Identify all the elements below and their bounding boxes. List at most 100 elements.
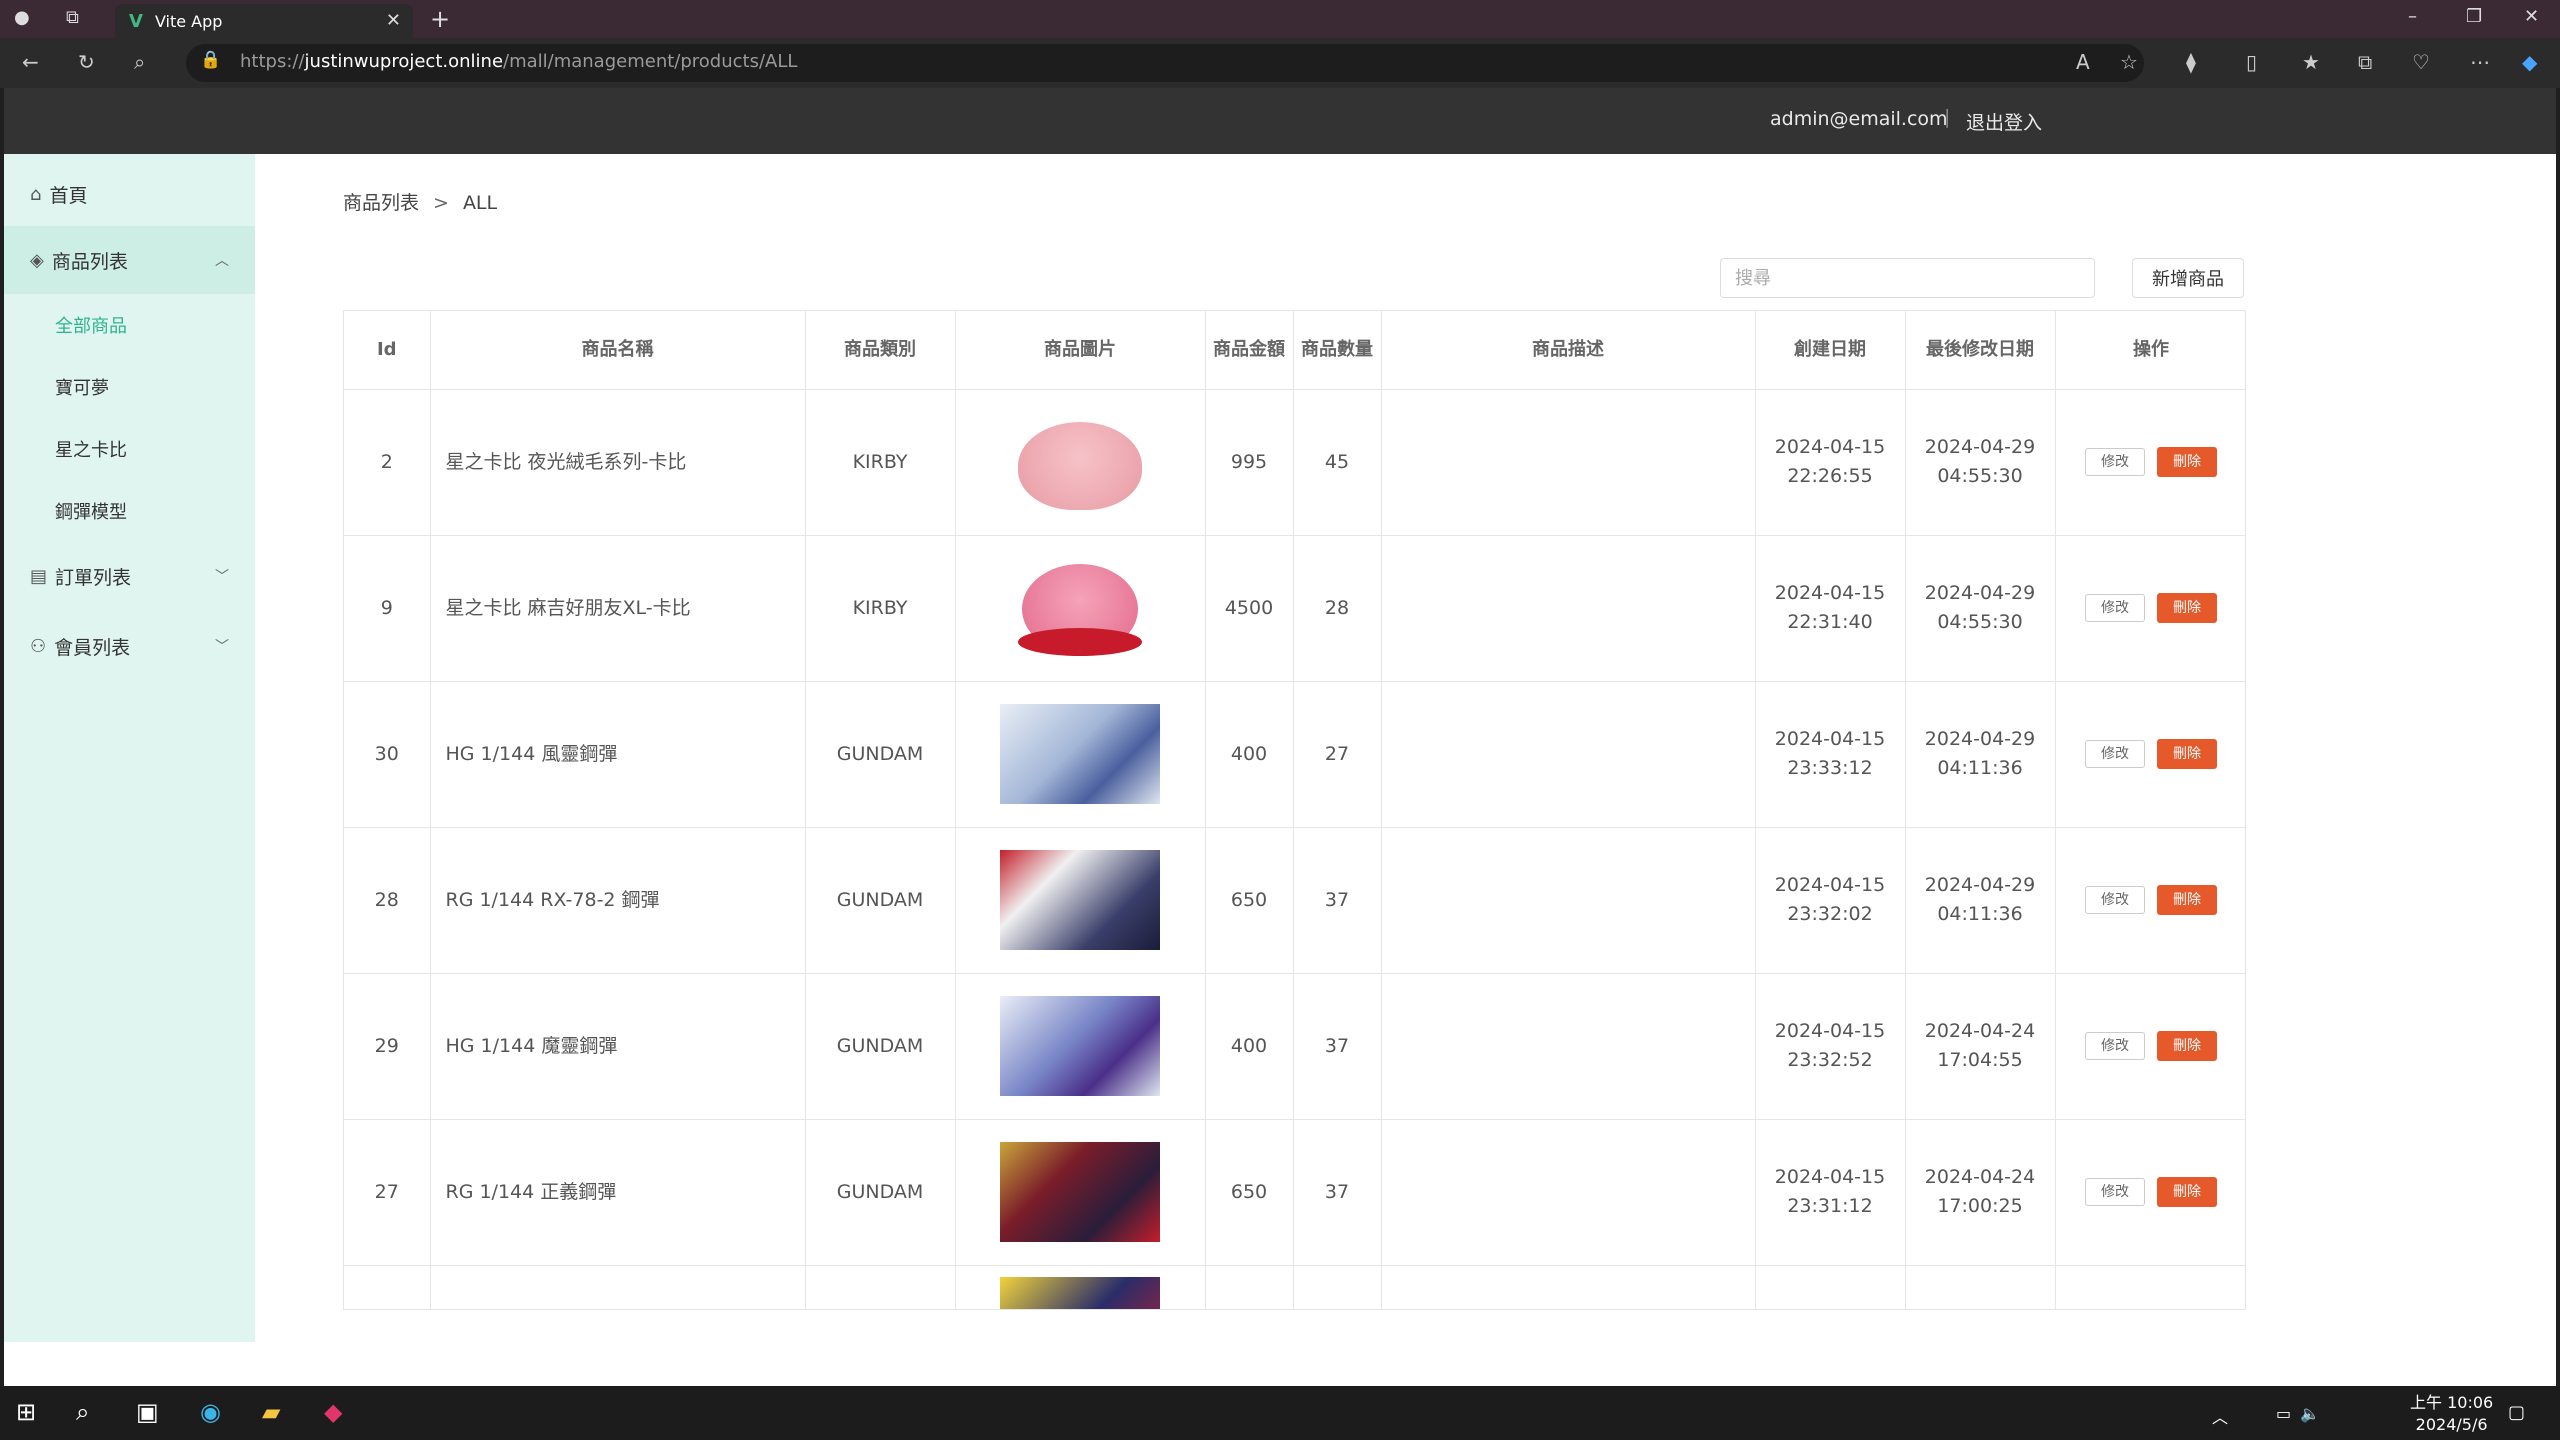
intellij-icon[interactable]: ◆ <box>324 1398 342 1426</box>
cell-actions: 修改 刪除 <box>2055 681 2245 828</box>
cell-actions: 修改 刪除 <box>2055 827 2245 974</box>
volume-icon[interactable]: 🔈 <box>2300 1404 2320 1423</box>
sidebar-products-label: 商品列表 <box>51 250 128 273</box>
cell-created: 2024-04-15 22:31:40 <box>1755 535 1906 682</box>
cell-name: HG 1/144 風靈鋼彈 <box>430 681 806 828</box>
browser-tab-active[interactable]: V Vite App ✕ <box>115 4 413 38</box>
favorite-star-icon[interactable]: ☆ <box>2120 50 2138 74</box>
edit-button[interactable]: 修改 <box>2085 740 2145 768</box>
delete-button[interactable]: 刪除 <box>2157 1031 2217 1061</box>
sidebar-sub-kirby[interactable]: 星之卡比 <box>4 418 255 480</box>
network-icon[interactable]: ▭ <box>2276 1404 2291 1423</box>
close-tab-icon[interactable]: ✕ <box>386 10 401 31</box>
cell-category: GUNDAM <box>805 1119 956 1266</box>
restore-icon[interactable]: ❐ <box>2466 6 2482 27</box>
edit-button[interactable]: 修改 <box>2085 1032 2145 1060</box>
delete-button[interactable]: 刪除 <box>2157 447 2217 477</box>
cell-price: 995 <box>1205 389 1294 536</box>
performance-icon[interactable]: ♡ <box>2412 50 2430 74</box>
copilot-icon[interactable]: ◆ <box>2522 50 2537 74</box>
edit-button[interactable]: 修改 <box>2085 1178 2145 1206</box>
profile-icon[interactable]: ● <box>14 7 30 28</box>
delete-button[interactable]: 刪除 <box>2157 739 2217 769</box>
cell-price: 400 <box>1205 973 1294 1120</box>
logout-link[interactable]: 退出登入 <box>1966 108 2042 135</box>
search-taskbar-icon[interactable]: ⌕ <box>76 1398 89 1426</box>
modified-date: 2024-04-29 <box>1924 436 2036 458</box>
sidebar: ⌂ 首頁 ◈ 商品列表 ︿ 全部商品 寶可夢 星之卡比 鋼彈模型 ▤ 訂單列表 … <box>4 154 255 1342</box>
extensions-icon[interactable]: ⧫ <box>2186 50 2196 74</box>
cell-qty: 37 <box>1293 827 1382 974</box>
terminal-icon[interactable]: ▣ <box>136 1398 159 1426</box>
cell-image <box>955 973 1206 1120</box>
search-icon[interactable]: ⌕ <box>134 50 145 74</box>
collections-icon[interactable]: ⧉ <box>2358 50 2372 74</box>
edit-button[interactable]: 修改 <box>2085 886 2145 914</box>
add-product-button[interactable]: 新增商品 <box>2132 258 2244 298</box>
close-window-icon[interactable]: ✕ <box>2524 6 2539 27</box>
created-date: 2024-04-15 <box>1774 1166 1886 1188</box>
cell-desc <box>1381 389 1756 536</box>
lock-icon[interactable]: 🔒 <box>200 50 221 70</box>
created-date: 2024-04-15 <box>1774 436 1886 458</box>
sidebar-item-home[interactable]: ⌂ 首頁 <box>4 160 255 228</box>
breadcrumb-root[interactable]: 商品列表 <box>343 192 419 214</box>
table-row: 30 HG 1/144 風靈鋼彈 GUNDAM 400 27 2024-04-1… <box>344 681 2245 828</box>
workspaces-icon[interactable]: ⧉ <box>66 7 79 28</box>
sidebar-orders-label: 訂單列表 <box>55 566 132 589</box>
browser-tab-strip: ● ⧉ V Vite App ✕ + – ❐ ✕ <box>0 0 2560 38</box>
created-date: 2024-04-15 <box>1774 874 1886 896</box>
new-tab-icon[interactable]: + <box>430 5 450 33</box>
url-prefix: https:// <box>240 51 305 72</box>
user-icon: ⚇ <box>30 635 47 657</box>
edit-button[interactable]: 修改 <box>2085 594 2145 622</box>
sidebar-item-products[interactable]: ◈ 商品列表 ︿ <box>4 226 255 294</box>
sidebar-sub-all[interactable]: 全部商品 <box>4 294 255 356</box>
tray-chevron-icon[interactable]: ︿ <box>2212 1404 2228 1428</box>
delete-button[interactable]: 刪除 <box>2157 593 2217 623</box>
created-date: 2024-04-15 <box>1774 1020 1886 1042</box>
cell-image <box>955 681 1206 828</box>
modified-time: 04:11:36 <box>1937 757 2023 779</box>
cell-image <box>955 827 1206 974</box>
taskbar-clock[interactable]: 上午 10:06 2024/5/6 <box>2410 1392 2493 1436</box>
table-row: 27 RG 1/144 正義鋼彈 GUNDAM 650 37 2024-04-1… <box>344 1119 2245 1266</box>
refresh-icon[interactable]: ↻ <box>78 50 95 74</box>
favorites-icon[interactable]: ★ <box>2302 50 2320 74</box>
product-image-kirby-light <box>1000 412 1160 512</box>
cell-actions: 修改 刪除 <box>2055 389 2245 536</box>
cell-created: 2024-04-15 23:33:12 <box>1755 681 1906 828</box>
created-time: 23:31:12 <box>1787 1195 1873 1217</box>
modified-date: 2024-04-24 <box>1924 1020 2036 1042</box>
read-aloud-icon[interactable]: A <box>2076 50 2090 74</box>
delete-button[interactable]: 刪除 <box>2157 885 2217 915</box>
minimize-icon[interactable]: – <box>2408 6 2417 27</box>
col-price: 商品金額 <box>1205 311 1294 390</box>
notifications-icon[interactable]: ▢ <box>2508 1402 2525 1423</box>
cell-qty: 37 <box>1293 973 1382 1120</box>
start-icon[interactable]: ⊞ <box>16 1398 36 1426</box>
search-input[interactable] <box>1720 258 2095 298</box>
cell-desc <box>1381 827 1756 974</box>
delete-button[interactable]: 刪除 <box>2157 1177 2217 1207</box>
more-icon[interactable]: ⋯ <box>2470 50 2490 74</box>
tab-title: Vite App <box>154 11 223 31</box>
sidebar-item-orders[interactable]: ▤ 訂單列表 ﹀ <box>4 542 255 610</box>
receipt-icon: ▤ <box>30 565 48 587</box>
cell-category: GUNDAM <box>805 827 956 974</box>
edge-icon[interactable]: ◉ <box>200 1398 221 1426</box>
cell-modified: 2024-04-29 04:55:30 <box>1905 535 2056 682</box>
col-qty: 商品數量 <box>1293 311 1382 390</box>
home-icon: ⌂ <box>30 183 42 205</box>
col-name: 商品名稱 <box>430 311 806 390</box>
sidebar-sub-gundam[interactable]: 鋼彈模型 <box>4 480 255 542</box>
edit-button[interactable]: 修改 <box>2085 448 2145 476</box>
back-icon[interactable]: ← <box>22 50 39 74</box>
file-explorer-icon[interactable]: ▰ <box>262 1398 280 1426</box>
split-screen-icon[interactable]: ▯ <box>2246 50 2257 74</box>
product-image-partial <box>1000 1277 1160 1309</box>
sidebar-item-members[interactable]: ⚇ 會員列表 ﹀ <box>4 612 255 680</box>
cell-actions: 修改 刪除 <box>2055 973 2245 1120</box>
url-text[interactable]: https://justinwuproject.online/mall/mana… <box>240 51 797 72</box>
sidebar-sub-pokemon[interactable]: 寶可夢 <box>4 356 255 418</box>
